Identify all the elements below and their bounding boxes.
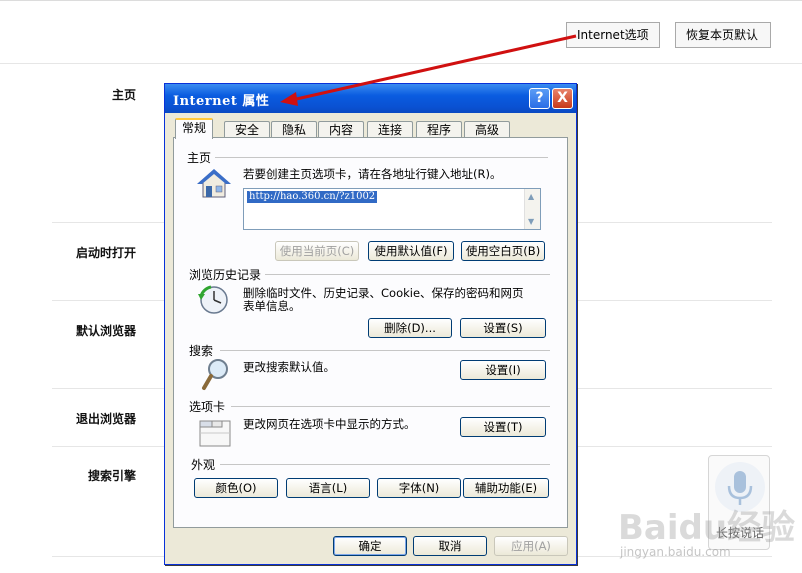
header-divider	[0, 63, 802, 64]
internet-properties-dialog: Internet 属性 ? X 常规 安全 隐私 内容 连接 程序 高级 主页 …	[164, 83, 577, 565]
section-divider	[215, 157, 548, 158]
dialog-title: Internet 属性	[173, 94, 270, 109]
magnifier-icon	[201, 358, 231, 395]
appearance-section-title: 外观	[191, 456, 220, 473]
fonts-button[interactable]: 字体(N)	[377, 478, 461, 498]
cancel-button[interactable]: 取消	[413, 536, 487, 556]
history-section-title: 浏览历史记录	[189, 266, 266, 283]
home-section-title: 主页	[187, 149, 216, 166]
sidebar-item-home: 主页	[111, 88, 136, 102]
top-divider	[0, 0, 802, 1]
search-section-title: 搜索	[189, 342, 218, 359]
ok-button[interactable]: 确定	[333, 536, 407, 556]
home-description: 若要创建主页选项卡，请在各地址行键入地址(R)。	[243, 167, 502, 181]
restore-default-button[interactable]: 恢复本页默认	[675, 22, 771, 48]
sidebar-item-exit-browser: 退出浏览器	[75, 412, 136, 426]
search-settings-button[interactable]: 设置(I)	[460, 360, 546, 380]
sidebar-item-default-browser: 默认浏览器	[75, 324, 136, 338]
search-description: 更改搜索默认值。	[243, 360, 335, 374]
languages-button[interactable]: 语言(L)	[286, 478, 370, 498]
dialog-titlebar[interactable]: Internet 属性 ? X	[165, 84, 576, 113]
watermark-url: jingyan.baidu.com	[620, 545, 731, 559]
tab-security[interactable]: 安全	[224, 121, 270, 138]
scroll-down-icon[interactable]: ▼	[528, 217, 534, 226]
use-default-button[interactable]: 使用默认值(F)	[368, 241, 454, 261]
section-divider	[231, 406, 550, 407]
use-current-button[interactable]: 使用当前页(C)	[275, 241, 359, 261]
section-divider	[220, 350, 550, 351]
use-blank-button[interactable]: 使用空白页(B)	[461, 241, 545, 261]
house-icon	[197, 168, 231, 203]
tab-connections[interactable]: 连接	[367, 121, 413, 138]
history-clock-icon	[197, 284, 231, 319]
help-button[interactable]: ?	[529, 88, 550, 109]
sidebar-item-search-engine: 搜索引擎	[87, 469, 136, 483]
tab-content[interactable]: 内容	[318, 121, 364, 138]
scroll-up-icon[interactable]: ▲	[528, 192, 534, 201]
close-button[interactable]: X	[552, 88, 573, 109]
tab-privacy[interactable]: 隐私	[271, 121, 317, 138]
tabs-settings-button[interactable]: 设置(T)	[460, 417, 546, 437]
section-divider	[263, 274, 550, 275]
tabbed-window-icon	[199, 417, 231, 450]
accessibility-button[interactable]: 辅助功能(E)	[463, 478, 549, 498]
url-scrollbar[interactable]: ▲ ▼	[524, 189, 540, 229]
delete-history-button[interactable]: 删除(D)...	[368, 318, 452, 338]
history-description-line2: 表单信息。	[243, 299, 301, 313]
tabs-description: 更改网页在选项卡中显示的方式。	[243, 417, 416, 431]
history-settings-button[interactable]: 设置(S)	[460, 318, 546, 338]
section-divider	[220, 464, 550, 465]
sidebar-item-startup: 启动时打开	[75, 246, 136, 260]
homepage-url-value: http://hao.360.cn/?z1002	[247, 191, 378, 203]
homepage-url-input[interactable]: http://hao.360.cn/?z1002 ▲ ▼	[243, 188, 541, 230]
apply-button[interactable]: 应用(A)	[494, 536, 568, 556]
tab-advanced[interactable]: 高级	[464, 121, 510, 138]
internet-options-button[interactable]: Internet选项	[566, 22, 660, 48]
tabs-section-title: 选项卡	[189, 398, 230, 415]
tab-programs[interactable]: 程序	[416, 121, 462, 138]
colors-button[interactable]: 颜色(O)	[194, 478, 278, 498]
tab-general[interactable]: 常规	[175, 118, 213, 139]
baidu-watermark: Baidu经验	[618, 508, 796, 548]
